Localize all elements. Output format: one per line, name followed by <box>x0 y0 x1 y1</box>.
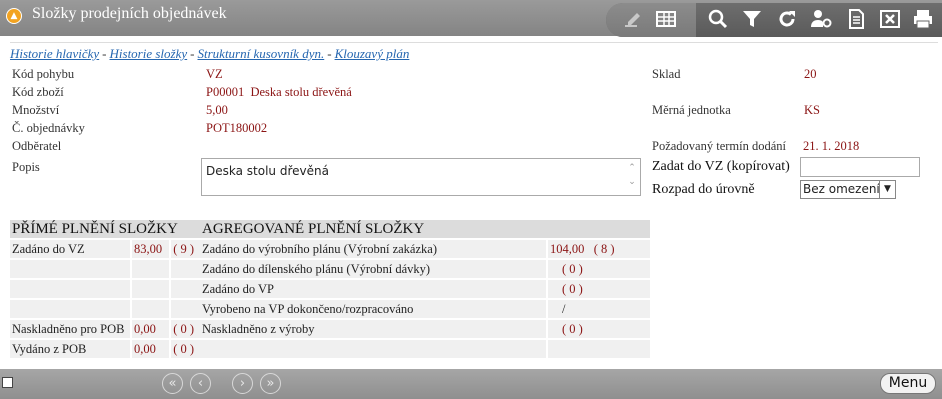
zadat-vz-label: Zadat do VZ (kopírovat) <box>652 159 790 174</box>
table-row: Naskladněno z výroby ( 0 ) <box>200 320 650 338</box>
user-settings-icon[interactable] <box>810 8 832 30</box>
table-row: Naskladněno pro POB 0,00 ( 0 ) <box>10 320 200 338</box>
collapse-icon[interactable]: ▲ <box>6 8 22 24</box>
cell-label: Zadáno do VP <box>200 280 546 298</box>
cell-value <box>132 260 170 278</box>
cell-label <box>10 260 130 278</box>
rozpad-selected-value: Bez omezení <box>803 182 880 196</box>
cell-label: Zadáno do dílenského plánu (Výrobní dávk… <box>200 260 546 278</box>
agregovane-plneni-table: AGREGOVANÉ PLNĚNÍ SLOŽKY Zadáno do výrob… <box>198 218 652 360</box>
popis-label: Popis <box>12 160 40 174</box>
table-row: Zadáno do VP ( 0 ) <box>200 280 650 298</box>
cell-count: ( 0 ) <box>171 320 200 338</box>
footer-bar: « ‹ › » Menu <box>0 369 942 399</box>
cell-count <box>171 300 200 318</box>
document-icon[interactable] <box>845 8 867 30</box>
link-separator: - <box>102 46 107 61</box>
cell-label: Zadáno do výrobního plánu (Výrobní zakáz… <box>200 240 546 258</box>
sklad-value: 20 <box>804 67 817 81</box>
cell-label <box>10 280 130 298</box>
window-title: Složky prodejních objednávek <box>32 5 227 22</box>
prime-header: PŘÍMÉ PLNĚNÍ SLOŽKY <box>10 220 200 238</box>
mnozstvi-value: 5,00 <box>206 103 228 117</box>
kod-zbozi-value: P00001 Deska stolu dřevěná <box>206 85 352 99</box>
links-bar: Historie hlavičky - Historie složky - St… <box>10 42 938 62</box>
toolbar-left-section <box>606 3 696 37</box>
kod-pohybu-label: Kód pohybu <box>12 67 75 81</box>
cell-label: Vydáno z POB <box>10 340 130 358</box>
termin-label: Požadovaný termín dodání <box>652 139 786 153</box>
cell-count: ( 9 ) <box>171 240 200 258</box>
table-row <box>10 260 200 278</box>
table-row <box>10 300 200 318</box>
prime-plneni-table: PŘÍMÉ PLNĚNÍ SLOŽKY Zadáno do VZ 83,00 (… <box>8 218 202 360</box>
select-checkbox[interactable] <box>2 377 13 388</box>
cell-label: Zadáno do VZ <box>10 240 130 258</box>
cell-count <box>171 260 200 278</box>
cell-value <box>132 280 170 298</box>
link-separator: - <box>190 46 195 61</box>
first-page-icon[interactable]: « <box>162 373 183 394</box>
table-row: Zadáno do VZ 83,00 ( 9 ) <box>10 240 200 258</box>
cell-label: Naskladněno pro POB <box>10 320 130 338</box>
cell-label <box>10 300 130 318</box>
popis-value: Deska stolu dřevěná <box>206 164 329 178</box>
agreg-header: AGREGOVANÉ PLNĚNÍ SLOŽKY <box>200 220 650 238</box>
link-klouzavy-plan[interactable]: Klouzavý plán <box>335 46 410 61</box>
rozpad-label: Rozpad do úrovně <box>652 182 755 197</box>
menu-button[interactable]: Menu <box>880 373 936 394</box>
link-historie-slozky[interactable]: Historie složky <box>110 46 188 61</box>
cell-value <box>548 340 650 358</box>
table-row: Vydáno z POB 0,00 ( 0 ) <box>10 340 200 358</box>
filter-icon[interactable] <box>741 8 763 30</box>
table-icon[interactable] <box>655 8 677 30</box>
cell-value: 0,00 <box>132 340 170 358</box>
zadat-vz-input[interactable] <box>800 157 920 177</box>
merna-jednotka-label: Měrná jednotka <box>652 103 731 117</box>
cell-count: ( 0 ) <box>171 340 200 358</box>
refresh-icon[interactable] <box>776 8 798 30</box>
cell-label: Naskladněno z výroby <box>200 320 546 338</box>
cell-value: ( 0 ) <box>548 320 650 338</box>
table-row: Zadáno do dílenského plánu (Výrobní dávk… <box>200 260 650 278</box>
kod-zbozi-label: Kód zboží <box>12 85 64 99</box>
cell-value: ( 0 ) <box>548 260 650 278</box>
scrollbar[interactable]: ⌃ ⌄ <box>626 161 638 193</box>
link-strukturni-kusovnik[interactable]: Strukturní kusovník dyn. <box>198 46 325 61</box>
table-row <box>200 340 650 358</box>
objednavky-label: Č. objednávky <box>12 121 85 135</box>
table-row <box>10 280 200 298</box>
cell-value: 104,00 ( 8 ) <box>548 240 650 258</box>
cell-value <box>132 300 170 318</box>
kod-pohybu-value: VZ <box>206 67 223 81</box>
excel-icon[interactable] <box>879 8 901 30</box>
table-row: Zadáno do výrobního plánu (Výrobní zakáz… <box>200 240 650 258</box>
title-bar: ▲ Složky prodejních objednávek <box>0 0 942 37</box>
objednavky-value: POT180002 <box>206 121 268 135</box>
print-icon[interactable] <box>912 8 934 30</box>
cell-value: / <box>548 300 650 318</box>
cell-label: Vyrobeno na VP dokončeno/rozpracováno <box>200 300 546 318</box>
cell-value: ( 0 ) <box>548 280 650 298</box>
rozpad-select[interactable]: Bez omezení ▼ <box>800 180 896 199</box>
sklad-label: Sklad <box>652 67 681 81</box>
mnozstvi-label: Množství <box>12 103 60 117</box>
popis-textarea[interactable]: Deska stolu dřevěná ⌃ ⌄ <box>201 158 641 196</box>
merna-jednotka-value: KS <box>804 103 820 117</box>
link-separator: - <box>327 46 332 61</box>
link-historie-hlavicky[interactable]: Historie hlavičky <box>10 46 99 61</box>
cell-label <box>200 340 546 358</box>
odberatel-label: Odběratel <box>12 139 62 153</box>
previous-page-icon[interactable]: ‹ <box>190 373 211 394</box>
search-icon[interactable] <box>707 8 729 30</box>
table-row: Vyrobeno na VP dokončeno/rozpracováno / <box>200 300 650 318</box>
next-page-icon[interactable]: › <box>232 373 253 394</box>
edit-icon[interactable] <box>622 8 644 30</box>
cell-value: 0,00 <box>132 320 170 338</box>
chevron-down-icon: ▼ <box>879 181 895 198</box>
termin-value: 21. 1. 2018 <box>803 139 860 153</box>
cell-count <box>171 280 200 298</box>
cell-value: 83,00 <box>132 240 170 258</box>
last-page-icon[interactable]: » <box>260 373 281 394</box>
